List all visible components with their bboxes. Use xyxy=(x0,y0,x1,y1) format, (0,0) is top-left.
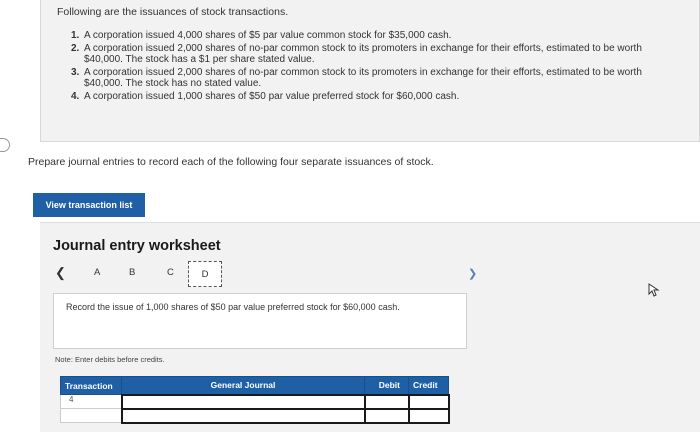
item-number: 1. xyxy=(71,30,80,41)
transaction-item: 3. A corporation issued 2,000 shares of n… xyxy=(71,67,671,90)
transaction-item: 2. A corporation issued 2,000 shares of n… xyxy=(71,43,671,66)
item-number: 2. xyxy=(71,42,80,54)
item-text: A corporation issued 4,000 shares of $5 … xyxy=(84,30,452,41)
item-number: 4. xyxy=(71,90,80,102)
question-panel: Following are the issuances of stock tra… xyxy=(40,0,700,142)
item-text: A corporation issued 1,000 shares of $50… xyxy=(84,90,460,102)
item-text: A corporation issued 2,000 shares of no-… xyxy=(84,66,642,90)
instruction-text: Prepare journal entries to record each o… xyxy=(28,156,434,168)
entry-note: Note: Enter debits before credits. xyxy=(55,355,165,364)
header-credit: Credit xyxy=(408,376,449,395)
worksheet-title: Journal entry worksheet xyxy=(53,238,221,254)
tab-d[interactable]: D xyxy=(188,261,222,287)
header-transaction: Transaction xyxy=(60,376,122,395)
transaction-item: 1. A corporation issued 4,000 shares of $… xyxy=(71,30,671,42)
table-row xyxy=(60,407,450,424)
question-intro: Following are the issuances of stock tra… xyxy=(57,6,289,18)
item-number: 3. xyxy=(71,66,80,78)
transaction-cell: 4 xyxy=(60,394,122,409)
header-debit: Debit xyxy=(364,376,409,395)
account-input[interactable] xyxy=(120,407,366,424)
transaction-cell xyxy=(60,408,122,423)
header-general-journal: General Journal xyxy=(121,376,365,395)
debit-input[interactable] xyxy=(363,393,410,410)
journal-table: Transaction General Journal Debit Credit… xyxy=(60,376,450,424)
journal-entry-worksheet: Journal entry worksheet ❮ A B C D ❯ Reco… xyxy=(40,222,700,432)
item-text: A corporation issued 2,000 shares of no-… xyxy=(84,42,642,66)
credit-input[interactable] xyxy=(407,393,450,410)
tab-b[interactable]: B xyxy=(129,267,135,278)
debit-input[interactable] xyxy=(363,407,410,424)
side-tab-marker xyxy=(0,138,10,152)
mouse-pointer-icon xyxy=(648,283,660,297)
view-transaction-list-button[interactable]: View transaction list xyxy=(33,193,145,217)
table-header-row: Transaction General Journal Debit Credit xyxy=(60,376,449,395)
tab-a[interactable]: A xyxy=(94,267,100,278)
table-row: 4 xyxy=(60,393,450,410)
chevron-left-icon[interactable]: ❮ xyxy=(55,265,66,281)
tab-c[interactable]: C xyxy=(167,267,174,278)
entry-description: Record the issue of 1,000 shares of $50 … xyxy=(53,293,467,349)
credit-input[interactable] xyxy=(407,407,450,424)
account-input[interactable] xyxy=(120,393,366,410)
transaction-list: 1. A corporation issued 4,000 shares of $… xyxy=(71,30,671,103)
transaction-item: 4. A corporation issued 1,000 shares of $… xyxy=(71,91,671,103)
chevron-right-icon[interactable]: ❯ xyxy=(468,267,477,280)
